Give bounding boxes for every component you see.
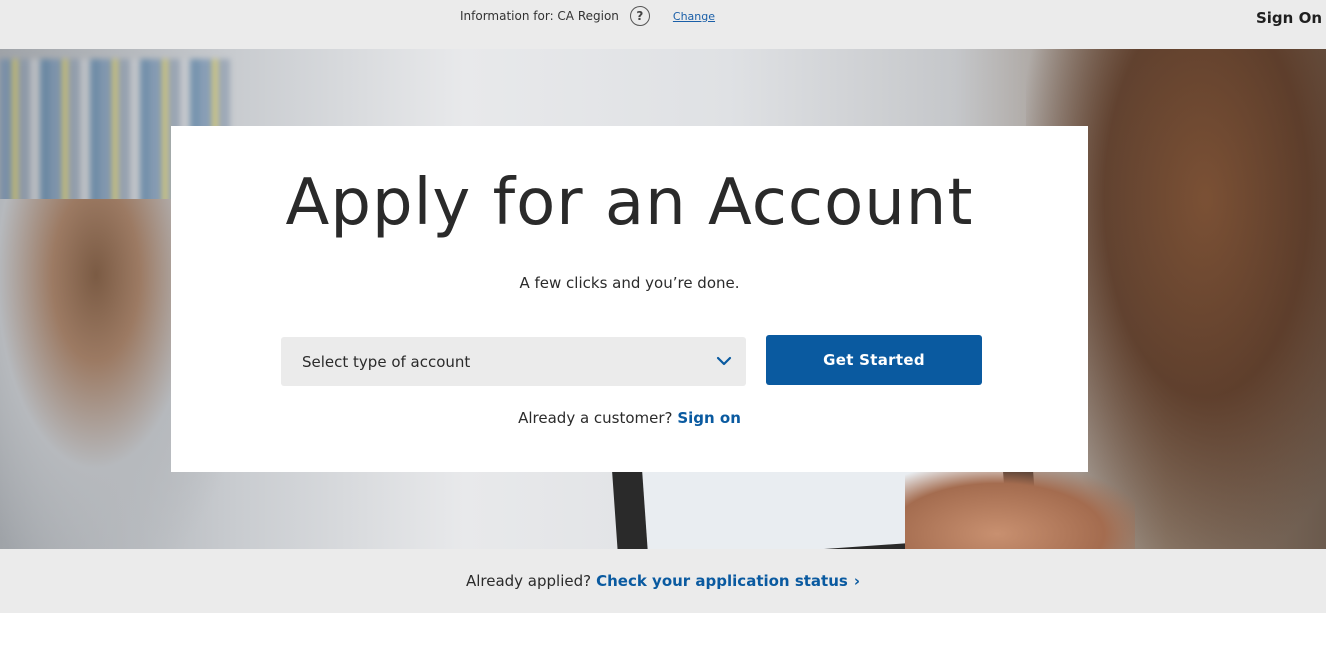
region-info: Information for: CA Region ? Change bbox=[460, 6, 715, 26]
sign-on-link[interactable]: Sign on bbox=[677, 409, 741, 427]
region-text: Information for: CA Region bbox=[460, 9, 619, 23]
page-subtitle: A few clicks and you’re done. bbox=[519, 274, 740, 292]
application-status-bar: Already applied? Check your application … bbox=[0, 549, 1326, 613]
already-customer-text: Already a customer? bbox=[518, 409, 673, 427]
chevron-right-icon[interactable]: › bbox=[854, 572, 860, 590]
change-region-link[interactable]: Change bbox=[673, 10, 715, 23]
account-type-placeholder: Select type of account bbox=[302, 352, 471, 371]
check-status-link[interactable]: Check your application status bbox=[596, 572, 848, 590]
page-title: Apply for an Account bbox=[285, 166, 974, 240]
background-hand bbox=[905, 469, 1135, 549]
get-started-button[interactable]: Get Started bbox=[766, 335, 982, 385]
top-bar: Information for: CA Region ? Change Sign… bbox=[0, 0, 1326, 49]
apply-card: Apply for an Account A few clicks and yo… bbox=[171, 126, 1088, 472]
already-customer: Already a customer? Sign on bbox=[171, 409, 1088, 427]
sign-on-button[interactable]: Sign On bbox=[1256, 9, 1322, 27]
question-circle-icon[interactable]: ? bbox=[629, 6, 650, 26]
account-type-select[interactable]: Select type of account bbox=[281, 337, 746, 386]
already-applied-text: Already applied? bbox=[465, 572, 592, 590]
chevron-down-icon bbox=[716, 356, 732, 366]
